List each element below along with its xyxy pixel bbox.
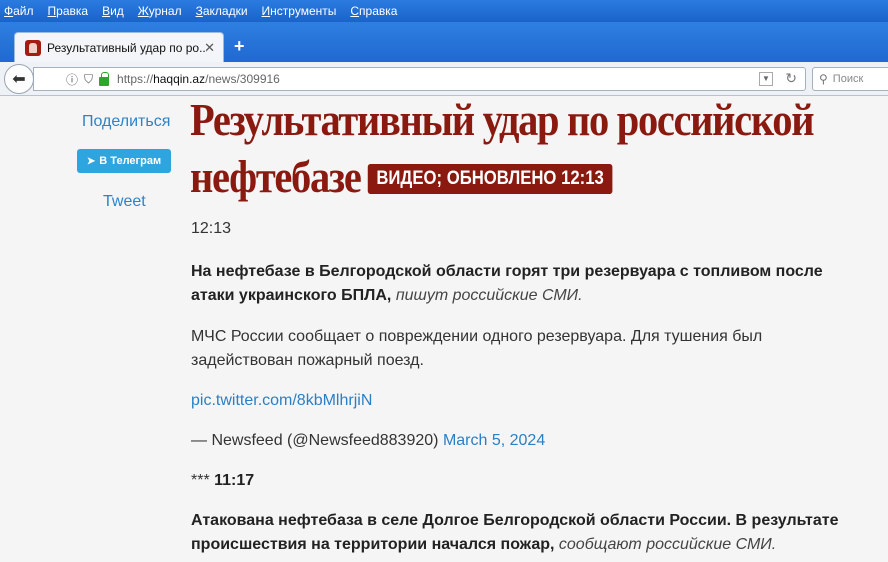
shield-icon[interactable]: ⛉: [84, 72, 93, 87]
search-placeholder: Поиск: [832, 73, 864, 85]
paragraph-4: — Newsfeed (@Newsfeed883920) March 5, 20…: [191, 432, 546, 449]
tweet-date-link[interactable]: March 5, 2024: [443, 432, 545, 449]
url-text[interactable]: https://haqqin.az/news/309916: [117, 72, 280, 86]
menu-edit[interactable]: Правка: [48, 4, 89, 18]
menu-tools[interactable]: Инструменты: [262, 4, 337, 18]
paragraph-1: На нефтебазе в Белгородской области горя…: [191, 263, 823, 304]
url-dropdown-icon[interactable]: ▼: [759, 72, 773, 86]
menu-bookmarks[interactable]: Закладки: [196, 4, 248, 18]
menu-history[interactable]: Журнал: [138, 4, 182, 18]
site-favicon-icon: [25, 39, 41, 56]
tab-close-icon[interactable]: ✕: [204, 40, 215, 56]
menu-view[interactable]: Вид: [102, 4, 124, 18]
info-icon[interactable]: ⓘ: [66, 71, 78, 88]
tab-strip: Результативный удар по ро... ✕ +: [0, 22, 888, 62]
update-badge: ВИДЕО; ОБНОВЛЕНО 12:13: [367, 164, 613, 194]
paragraph-3: pic.twitter.com/8kbMlhrjiN: [191, 389, 861, 413]
twitter-pic-link[interactable]: pic.twitter.com/8kbMlhrjiN: [191, 392, 372, 409]
telegram-label: В Телеграм: [99, 155, 162, 167]
telegram-icon: ➤: [86, 155, 96, 167]
telegram-share-button[interactable]: ➤ В Телеграм: [77, 149, 171, 173]
lock-icon: [99, 71, 110, 86]
tweet-link[interactable]: Tweet: [103, 193, 146, 211]
menu-bar: Файл Правка Вид Журнал Закладки Инструме…: [0, 0, 888, 22]
tab-active[interactable]: Результативный удар по ро... ✕: [14, 32, 224, 62]
back-arrow-icon: ⬅: [12, 71, 26, 88]
search-bar[interactable]: ⚲ Поиск: [812, 67, 888, 91]
article-time: 12:13: [191, 220, 232, 237]
menu-file[interactable]: Файл: [4, 4, 34, 18]
page-content: Поделиться ➤ В Телеграм Tweet Результати…: [0, 94, 888, 562]
share-link[interactable]: Поделиться: [82, 113, 170, 131]
search-icon: ⚲: [819, 72, 828, 86]
article-headline: Результативный удар по российской нефтеб…: [190, 94, 815, 202]
url-bar[interactable]: ⓘ ⛉ https://haqqin.az/news/309916 ▼ ↻: [33, 67, 806, 91]
new-tab-button[interactable]: +: [234, 36, 245, 57]
paragraph-5: *** 11:17: [191, 472, 255, 489]
paragraph-6: Атакована нефтебаза в селе Долгое Белгор…: [191, 512, 839, 553]
paragraph-2: МЧС России сообщает о повреждении одного…: [191, 328, 763, 369]
menu-help[interactable]: Справка: [350, 4, 397, 18]
tab-title: Результативный удар по ро...: [47, 40, 207, 55]
reload-icon[interactable]: ↻: [785, 70, 797, 87]
back-button[interactable]: ⬅: [4, 64, 34, 94]
